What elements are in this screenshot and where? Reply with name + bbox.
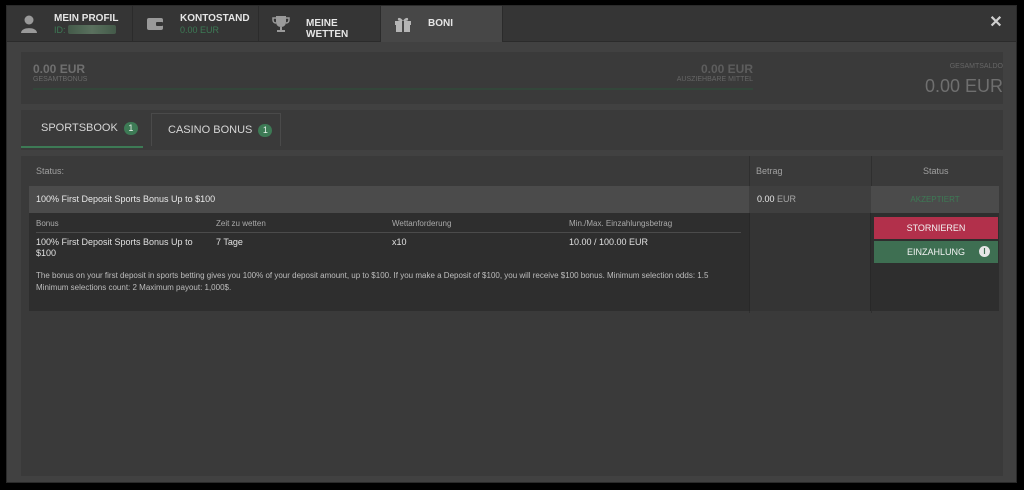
header-status: Status (923, 166, 949, 176)
detail-header-minmax: Min./Max. Einzahlungsbetrag (569, 219, 673, 228)
detail-header-time: Zeit zu wetten (216, 219, 266, 228)
gift-icon (395, 17, 411, 32)
balance-value: 0.00 EUR (180, 25, 220, 35)
bonus-table: Status: Betrag Status 100% First Deposit… (21, 156, 1003, 476)
detail-time-value: 7 Tage (216, 237, 243, 247)
payable-label: AUSZIEHBARE MITTEL (676, 76, 753, 83)
detail-header-wager: Wettanforderung (392, 219, 452, 228)
profile-title: MEIN PROFIL (54, 13, 119, 24)
tab-balance[interactable]: KONTOSTAND 0.00 EUR (133, 6, 259, 42)
tab-my-bets[interactable]: MEINE WETTEN (259, 6, 381, 42)
bonus-type-tabs: SPORTSBOOK 1 CASINO BONUS 1 (21, 110, 1003, 150)
bonus-name: 100% First Deposit Sports Bonus Up to $1… (36, 194, 216, 204)
total-balance: GESAMTSALDO 0.00 EUR (917, 52, 1003, 104)
close-icon[interactable]: ✕ (988, 15, 1004, 31)
deposit-button[interactable]: EINZAHLUNG i (874, 241, 998, 263)
balance-title: KONTOSTAND (180, 13, 250, 24)
account-tabs-bar: MEIN PROFIL ID: KONTOSTAND 0.00 EUR MEIN… (7, 6, 1016, 42)
bonus-amount: 0.00 EUR (757, 194, 797, 204)
detail-bonus-value: 100% First Deposit Sports Bonus Up to $1… (36, 237, 193, 258)
detail-minmax-value: 10.00 / 100.00 EUR (569, 237, 649, 247)
bonus-description: The bonus on your first deposit in sport… (36, 271, 709, 292)
header-status-left: Status: (36, 166, 65, 176)
id-blur (67, 25, 116, 34)
detail-header-bonus: Bonus (36, 219, 59, 228)
boni-title: BONI (428, 18, 453, 29)
trophy-icon (272, 16, 290, 32)
status-badge: AKZEPTIERT (910, 195, 960, 204)
tab-boni[interactable]: BONI (381, 6, 503, 42)
bets-title: MEINE WETTEN (306, 18, 349, 40)
total-bonus-label: GESAMTBONUS (33, 76, 88, 83)
amount-cell: 0.00 EUR (749, 186, 871, 213)
bonus-details: Bonus Zeit zu wetten Wettanforderung Min… (29, 213, 999, 311)
payable-amount: 0.00 EUR (700, 62, 753, 76)
detail-amount-cell (749, 213, 871, 311)
bonus-summary: 0.00 EUR GESAMTBONUS 0.00 EUR AUSZIEHBAR… (21, 52, 1003, 104)
table-header: Status: Betrag Status (21, 156, 1003, 186)
bonus-modal: MEIN PROFIL ID: KONTOSTAND 0.00 EUR MEIN… (6, 5, 1017, 483)
profile-id: ID: (54, 25, 116, 35)
header-amount: Betrag (756, 166, 783, 176)
cancel-bonus-button[interactable]: STORNIEREN (874, 217, 998, 239)
bonus-progress-bar (33, 88, 753, 90)
tab-sportsbook-label: SPORTSBOOK (41, 122, 118, 134)
total-bonus-amount: 0.00 EUR (33, 62, 86, 76)
total-balance-amount: 0.00 EUR (924, 76, 1003, 96)
tab-casino-bonus[interactable]: CASINO BONUS 1 (151, 113, 281, 146)
total-balance-label: GESAMTSALDO (949, 63, 1003, 70)
table-row[interactable]: 100% First Deposit Sports Bonus Up to $1… (29, 186, 999, 213)
info-icon[interactable]: i (979, 246, 990, 257)
tab-sportsbook[interactable]: SPORTSBOOK 1 (21, 110, 143, 148)
wallet-icon (147, 18, 163, 30)
sportsbook-count-badge: 1 (123, 121, 138, 135)
tab-casino-label: CASINO BONUS (168, 124, 253, 136)
user-icon (21, 15, 37, 33)
detail-wager-value: x10 (392, 237, 407, 247)
detail-divider (36, 232, 741, 233)
tab-my-profile[interactable]: MEIN PROFIL ID: (7, 6, 133, 42)
deposit-button-label: EINZAHLUNG (906, 247, 965, 257)
casino-count-badge: 1 (258, 123, 273, 137)
